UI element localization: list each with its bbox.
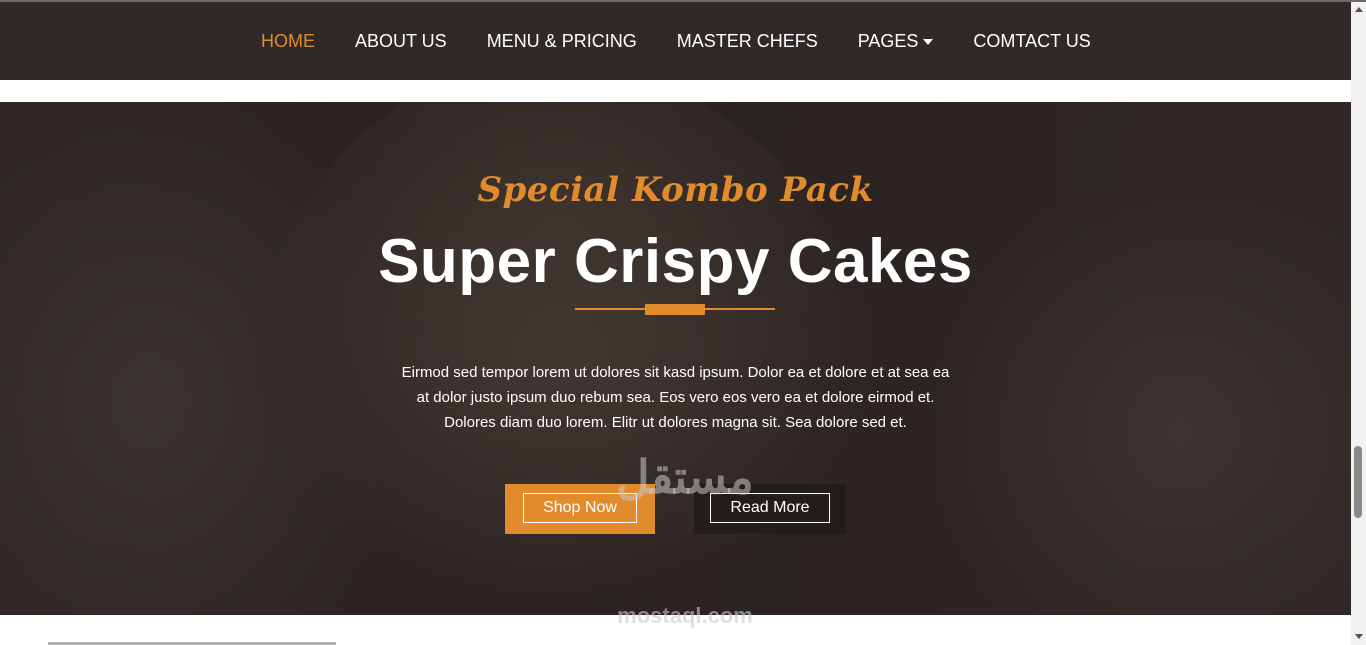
watermark-arabic: مستقل (616, 451, 754, 503)
hero-description-line: Dolores diam duo lorem. Elitr ut dolores… (444, 414, 907, 431)
nav-item-menu-pricing[interactable]: MENU & PRICING (467, 2, 657, 80)
hero-title: Super Crispy Cakes (378, 227, 973, 296)
hero-subtitle: Special Kombo Pack (477, 170, 874, 210)
hero-description-line: at dolor justo ipsum duo rebum sea. Eos … (416, 389, 935, 406)
scroll-up-arrow-icon[interactable] (1355, 7, 1363, 12)
hero-banner: Special Kombo Pack Super Crispy Cakes Ei… (0, 102, 1351, 615)
watermark-latin: mostaql.com (617, 603, 753, 628)
scroll-down-arrow-icon[interactable] (1355, 634, 1363, 639)
navbar: HOME ABOUT US MENU & PRICING MASTER CHEF… (0, 2, 1351, 80)
nav-item-master-chefs[interactable]: MASTER CHEFS (657, 2, 838, 80)
nav-item-home[interactable]: HOME (241, 2, 335, 80)
hero-description: Eirmod sed tempor lorem ut dolores sit k… (400, 360, 951, 435)
hero-description-line: Eirmod sed tempor lorem ut dolores sit k… (401, 364, 950, 381)
nav-menu: HOME ABOUT US MENU & PRICING MASTER CHEF… (241, 2, 1111, 80)
nav-item-pages[interactable]: PAGES (838, 2, 954, 80)
hero-content: Special Kombo Pack Super Crispy Cakes Ei… (0, 102, 1351, 615)
vertical-scrollbar[interactable] (1351, 2, 1366, 645)
caret-down-icon (923, 39, 934, 46)
nav-item-contact-us[interactable]: COMTACT US (953, 2, 1110, 80)
nav-item-pages-label: PAGES (857, 31, 919, 51)
title-divider-block (645, 304, 705, 315)
nav-item-about-us[interactable]: ABOUT US (335, 2, 467, 80)
scrollbar-thumb[interactable] (1354, 446, 1362, 518)
